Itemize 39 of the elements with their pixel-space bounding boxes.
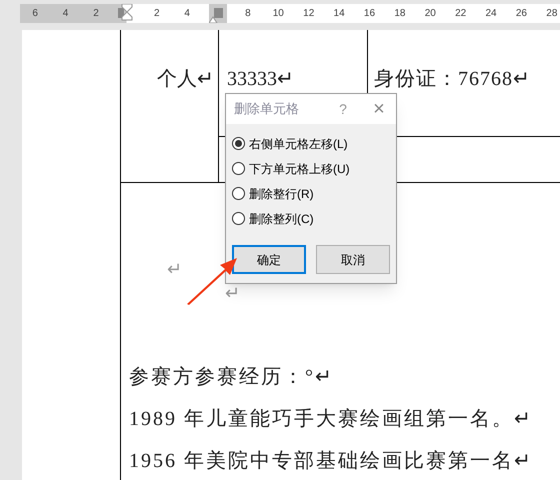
ruler-number: 12 <box>303 7 314 21</box>
dialog-title: 删除单元格 <box>234 100 300 118</box>
ruler-number: 4 <box>62 7 68 21</box>
radio-button[interactable] <box>232 212 245 225</box>
column-marker-icon[interactable] <box>208 4 227 23</box>
paragraph: 参赛方参赛经历：°↵ <box>129 365 335 390</box>
table-cell: 33333↵ <box>227 68 294 90</box>
option-label[interactable]: 下方单元格上移(U) <box>249 160 350 178</box>
table-cell: 身份证：76768↵ <box>374 68 531 90</box>
ruler-number: 10 <box>272 7 284 21</box>
paragraph: 1956 年美院中专部基础绘画比赛第一名↵ <box>129 449 533 474</box>
ruler-number: 18 <box>394 7 406 21</box>
option-label[interactable]: 删除整行(R) <box>249 184 314 202</box>
ruler-number: 2 <box>93 7 99 21</box>
ruler-number: 14 <box>334 7 345 21</box>
ok-button[interactable]: 确定 <box>232 245 306 274</box>
cancel-button[interactable]: 取消 <box>316 245 390 274</box>
radio-button[interactable] <box>232 187 245 200</box>
option-label[interactable]: 右侧单元格左移(L) <box>249 134 348 152</box>
radio-button[interactable] <box>232 137 245 150</box>
arrow <box>187 258 237 305</box>
ruler-number: 8 <box>245 7 251 21</box>
table-cell-text: 个人↵ <box>157 67 214 92</box>
ruler-number: 24 <box>485 7 497 21</box>
paragraph: 1989 年儿童能巧手大赛绘画组第一名。↵ <box>129 407 533 432</box>
ruler-number: 28 <box>546 7 558 21</box>
ruler-number: 22 <box>455 7 466 21</box>
close-button[interactable]: × <box>368 99 390 119</box>
paragraph-mark: ↵ <box>225 283 240 303</box>
ruler-number: 20 <box>424 7 436 21</box>
ruler-number: 16 <box>364 7 376 21</box>
radio-button[interactable] <box>232 162 245 175</box>
paragraph-mark: ↵ <box>167 259 182 279</box>
ruler-number: 6 <box>32 7 38 21</box>
option-label[interactable]: 删除整列(C) <box>249 210 314 228</box>
indent-marker-icon[interactable] <box>118 4 134 23</box>
ruler-number: 4 <box>184 7 190 21</box>
ruler-number: 2 <box>154 7 160 21</box>
ruler-number: 26 <box>516 7 527 21</box>
